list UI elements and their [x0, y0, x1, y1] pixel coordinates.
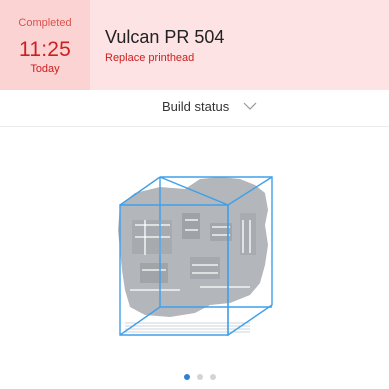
- job-status-label: Completed: [18, 17, 72, 29]
- printed-model: [118, 177, 268, 317]
- completion-time-box: Completed 11:25 Today: [0, 0, 90, 90]
- build-status-label: Build status: [162, 99, 230, 114]
- build-plate-hatching: [125, 322, 250, 333]
- printer-alert-message: Replace printhead: [105, 52, 195, 64]
- carousel-dot-active[interactable]: [184, 374, 190, 380]
- completion-time: 11:25: [19, 38, 71, 61]
- build-volume-preview[interactable]: [100, 165, 290, 340]
- build-status-dropdown[interactable]: Build status: [0, 90, 389, 127]
- printer-header: Completed 11:25 Today Vulcan PR 504 Repl…: [0, 0, 389, 90]
- completion-day: Today: [30, 63, 60, 75]
- chevron-down-icon[interactable]: [243, 101, 257, 111]
- printer-name: Vulcan PR 504: [105, 27, 225, 47]
- carousel-dot[interactable]: [210, 374, 216, 380]
- carousel-dot[interactable]: [197, 374, 203, 380]
- printer-card[interactable]: Completed 11:25 Today Vulcan PR 504 Repl…: [0, 0, 389, 389]
